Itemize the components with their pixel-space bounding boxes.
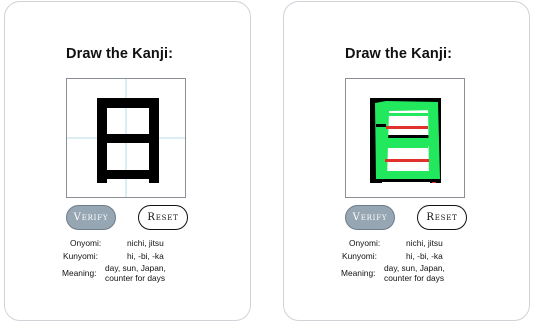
kanji-drawing-verified xyxy=(370,98,441,183)
bottom-edge xyxy=(370,179,441,182)
kunyomi-label: Kunyomi: xyxy=(342,251,377,261)
drawing-canvas[interactable] xyxy=(66,78,186,198)
meaning-line-1: day, sun, Japan, xyxy=(384,263,445,273)
reset-button[interactable]: Reset xyxy=(417,205,467,230)
kanji-info: Onyomi: nichi, jitsu Kunyomi: hi, -bi, -… xyxy=(41,236,231,296)
drawing-canvas[interactable] xyxy=(345,78,465,198)
kanji-hi-glyph xyxy=(97,98,159,183)
bottom-stroke xyxy=(104,170,152,179)
kanji-info: Onyomi: nichi, jitsu Kunyomi: hi, -bi, -… xyxy=(320,236,510,296)
meaning-label: Meaning: xyxy=(62,268,97,278)
kunyomi-value: hi, -bi, -ka xyxy=(406,251,443,261)
kunyomi-label: Kunyomi: xyxy=(63,251,98,261)
mismatch-mark-1 xyxy=(386,126,428,129)
onyomi-value: nichi, jitsu xyxy=(406,238,443,248)
reset-button[interactable]: Reset xyxy=(138,205,188,230)
kanji-card-left: Draw the Kanji: Verify Reset Onyomi: nic… xyxy=(4,1,251,321)
kanji-card-right: Draw the Kanji: Verify Reset Onyomi: nic… xyxy=(283,1,530,321)
onyomi-label: Onyomi: xyxy=(349,238,381,248)
meaning-line-2: counter for days xyxy=(384,273,445,283)
meaning-label: Meaning: xyxy=(341,268,376,278)
verify-button[interactable]: Verify xyxy=(66,205,116,230)
user-stroke-bottom xyxy=(382,171,434,179)
onyomi-value: nichi, jitsu xyxy=(127,238,164,248)
meaning-line-2: counter for days xyxy=(105,273,166,283)
kunyomi-value: hi, -bi, -ka xyxy=(127,251,164,261)
user-fill-2 xyxy=(387,146,428,148)
mismatch-mark-2 xyxy=(385,159,429,162)
kanji-drawing xyxy=(67,79,185,197)
meaning-line-1: day, sun, Japan, xyxy=(105,263,166,273)
verify-button[interactable]: Verify xyxy=(345,205,395,230)
card-heading: Draw the Kanji: xyxy=(345,46,453,62)
user-stroke-middle xyxy=(384,138,432,146)
user-fill-1 xyxy=(387,113,428,116)
edge-mark xyxy=(376,124,386,127)
top-stroke xyxy=(97,98,159,108)
card-heading: Draw the Kanji: xyxy=(66,46,174,62)
user-stroke-overlay xyxy=(375,101,440,180)
onyomi-label: Onyomi: xyxy=(70,238,102,248)
middle-stroke xyxy=(104,134,152,143)
